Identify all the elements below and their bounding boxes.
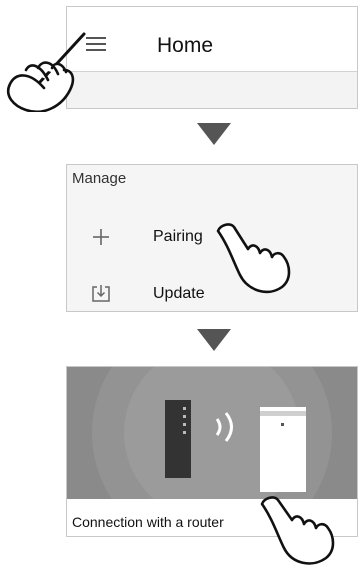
manage-section-label: Manage [72,170,127,187]
down-arrow-icon [197,329,231,351]
down-arrow-icon [197,123,231,145]
app-bar: Home [67,7,357,72]
plus-icon [93,229,109,245]
router-wifi-device-icon [67,367,357,499]
tap-hand-icon [6,32,86,112]
router-caption: Connection with a router [72,514,224,530]
tap-hand-icon [216,223,291,294]
home-title: Home [157,34,214,57]
home-screen-panel: Home [66,6,358,109]
update-label: Update [153,285,205,302]
pairing-label: Pairing [153,228,203,245]
tap-hand-icon [260,496,335,565]
download-box-icon [92,285,110,302]
